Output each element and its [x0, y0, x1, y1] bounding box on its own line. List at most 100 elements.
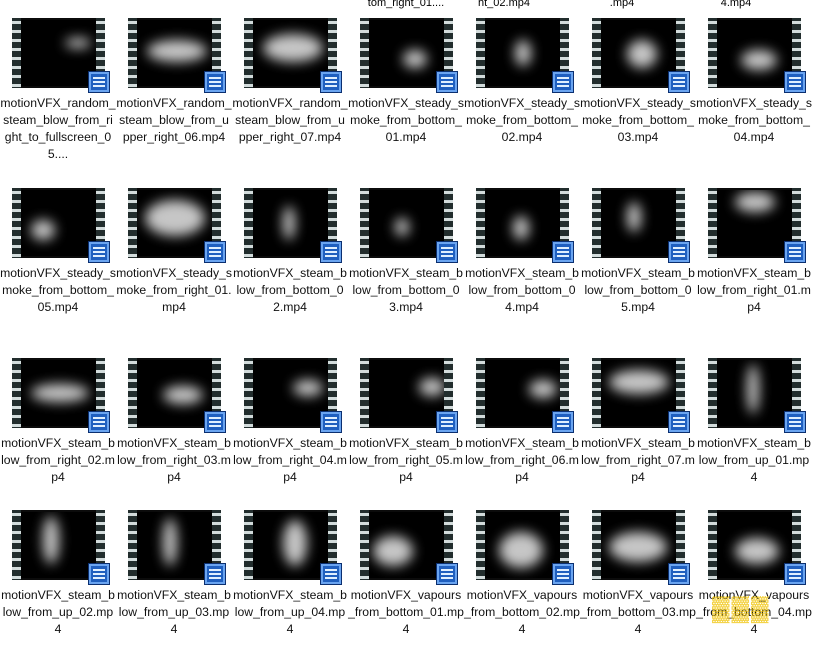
- film-strip-icon: [592, 358, 601, 428]
- video-file-badge-icon: [320, 71, 342, 93]
- thumbnail-frame: [601, 512, 676, 578]
- file-item[interactable]: motionVFX_steam_blow_from_up_02.mp4: [0, 510, 116, 670]
- file-item[interactable]: motionVFX_steady_smoke_from_bottom_05.mp…: [0, 188, 116, 348]
- file-name: motionVFX_steam_blow_from_up_04.mp4: [233, 588, 347, 636]
- smoke-preview: [741, 50, 777, 70]
- smoke-preview: [283, 520, 307, 566]
- file-name: motionVFX_steam_blow_from_bottom_05.mp4: [581, 266, 695, 314]
- video-file-badge-icon: [784, 563, 806, 585]
- file-item[interactable]: motionVFX_steam_blow_from_up_04.mp4: [232, 510, 348, 670]
- smoke-preview: [43, 516, 59, 564]
- file-item[interactable]: motionVFX_steady_smoke_from_bottom_02.mp…: [464, 18, 580, 178]
- film-strip-icon: [360, 188, 369, 258]
- file-item[interactable]: motionVFX_random_steam_blow_from_upper_r…: [232, 18, 348, 178]
- video-file-badge-icon: [320, 563, 342, 585]
- file-item[interactable]: motionVFX_steam_blow_from_right_04.mp4: [232, 358, 348, 518]
- file-item[interactable]: motionVFX_steam_blow_from_right_07.mp4: [580, 358, 696, 518]
- smoke-preview: [609, 532, 667, 562]
- film-strip-icon: [592, 188, 601, 258]
- film-strip-icon: [476, 510, 485, 580]
- file-item[interactable]: motionVFX_vapours_from_bottom_03.mp4: [580, 510, 696, 670]
- smoke-preview: [735, 192, 775, 212]
- film-strip-icon: [244, 188, 253, 258]
- file-item[interactable]: motionVFX_steam_blow_from_right_02.mp4: [0, 358, 116, 518]
- top-row-label[interactable]: tom_right_01....: [356, 0, 456, 9]
- smoke-preview: [293, 380, 323, 396]
- thumbnail-frame: [717, 190, 792, 256]
- smoke-preview: [515, 40, 531, 66]
- film-strip-icon: [360, 358, 369, 428]
- film-strip-icon: [476, 18, 485, 88]
- video-file-badge-icon: [204, 563, 226, 585]
- file-item[interactable]: motionVFX_vapours_from_bottom_02.mp4: [464, 510, 580, 670]
- file-item[interactable]: motionVFX_steam_blow_from_bottom_03.mp4: [348, 188, 464, 348]
- file-name: motionVFX_steam_blow_from_right_05.mp4: [349, 436, 463, 484]
- film-strip-icon: [476, 188, 485, 258]
- file-item[interactable]: motionVFX_steam_blow_from_right_06.mp4: [464, 358, 580, 518]
- file-item[interactable]: motionVFX_steam_blow_from_right_03.mp4: [116, 358, 232, 518]
- thumbnail-frame: [137, 190, 212, 256]
- film-strip-icon: [476, 358, 485, 428]
- film-strip-icon: [360, 510, 369, 580]
- file-item[interactable]: motionVFX_steam_blow_from_right_05.mp4: [348, 358, 464, 518]
- video-file-badge-icon: [204, 411, 226, 433]
- smoke-preview: [609, 370, 669, 394]
- file-item[interactable]: motionVFX_random_steam_blow_from_right_t…: [0, 18, 116, 178]
- file-name: motionVFX_steam_blow_from_right_06.mp4: [465, 436, 579, 484]
- smoke-preview: [747, 364, 759, 414]
- smoke-preview: [163, 386, 203, 404]
- smoke-preview: [65, 38, 91, 48]
- smoke-preview: [147, 40, 207, 62]
- file-name: motionVFX_steam_blow_from_up_03.mp4: [117, 588, 231, 636]
- watermark-logo: ▓▓▓: [712, 595, 771, 622]
- film-strip-icon: [244, 18, 253, 88]
- video-file-badge-icon: [784, 241, 806, 263]
- thumbnail-frame: [601, 20, 676, 86]
- video-file-badge-icon: [436, 563, 458, 585]
- thumbnail-frame: [253, 360, 328, 426]
- file-item[interactable]: motionVFX_random_steam_blow_from_upper_r…: [116, 18, 232, 178]
- thumbnail-frame: [717, 360, 792, 426]
- video-file-badge-icon: [204, 71, 226, 93]
- file-name: motionVFX_steam_blow_from_right_02.mp4: [1, 436, 115, 484]
- video-file-badge-icon: [436, 71, 458, 93]
- film-strip-icon: [128, 18, 137, 88]
- top-row-label[interactable]: 4.mp4: [686, 0, 786, 9]
- file-item[interactable]: motionVFX_steam_blow_from_bottom_04.mp4: [464, 188, 580, 348]
- film-strip-icon: [708, 510, 717, 580]
- file-item[interactable]: motionVFX_vapours_from_bottom_04.mp4: [696, 510, 812, 670]
- file-item[interactable]: motionVFX_vapours_from_bottom_01.mp4: [348, 510, 464, 670]
- file-item[interactable]: motionVFX_steady_smoke_from_bottom_03.mp…: [580, 18, 696, 178]
- file-item[interactable]: motionVFX_steady_smoke_from_right_01.mp4: [116, 188, 232, 348]
- file-item[interactable]: motionVFX_steam_blow_from_right_01.mp4: [696, 188, 812, 348]
- video-file-badge-icon: [88, 411, 110, 433]
- file-name: motionVFX_steady_smoke_from_right_01.mp4: [116, 266, 232, 314]
- file-item[interactable]: motionVFX_steam_blow_from_bottom_05.mp4: [580, 188, 696, 348]
- file-item[interactable]: motionVFX_steam_blow_from_up_03.mp4: [116, 510, 232, 670]
- file-name: motionVFX_random_steam_blow_from_upper_r…: [232, 96, 348, 144]
- file-item[interactable]: motionVFX_steady_smoke_from_bottom_04.mp…: [696, 18, 812, 178]
- file-item[interactable]: motionVFX_steady_smoke_from_bottom_01.mp…: [348, 18, 464, 178]
- film-strip-icon: [708, 18, 717, 88]
- smoke-preview: [373, 536, 413, 566]
- film-strip-icon: [360, 18, 369, 88]
- film-strip-icon: [12, 510, 21, 580]
- thumbnail-frame: [137, 360, 212, 426]
- top-row-label[interactable]: .mp4: [572, 0, 672, 9]
- smoke-preview: [31, 384, 89, 402]
- file-name: motionVFX_steam_blow_from_up_02.mp4: [1, 588, 115, 636]
- thumbnail-frame: [253, 20, 328, 86]
- video-file-badge-icon: [668, 71, 690, 93]
- thumbnail-frame: [601, 360, 676, 426]
- thumbnail-frame: [137, 20, 212, 86]
- file-item[interactable]: motionVFX_steam_blow_from_bottom_02.mp4: [232, 188, 348, 348]
- top-row-label[interactable]: ht_02.mp4: [454, 0, 554, 9]
- thumbnail-frame: [21, 512, 96, 578]
- file-item[interactable]: motionVFX_steam_blow_from_up_01.mp4: [696, 358, 812, 518]
- file-name: motionVFX_vapours_from_bottom_02.mp4: [464, 588, 580, 636]
- video-file-badge-icon: [552, 241, 574, 263]
- smoke-preview: [499, 532, 543, 568]
- file-name: motionVFX_steam_blow_from_right_01.mp4: [697, 266, 811, 314]
- smoke-preview: [627, 202, 641, 232]
- thumbnail-frame: [21, 20, 96, 86]
